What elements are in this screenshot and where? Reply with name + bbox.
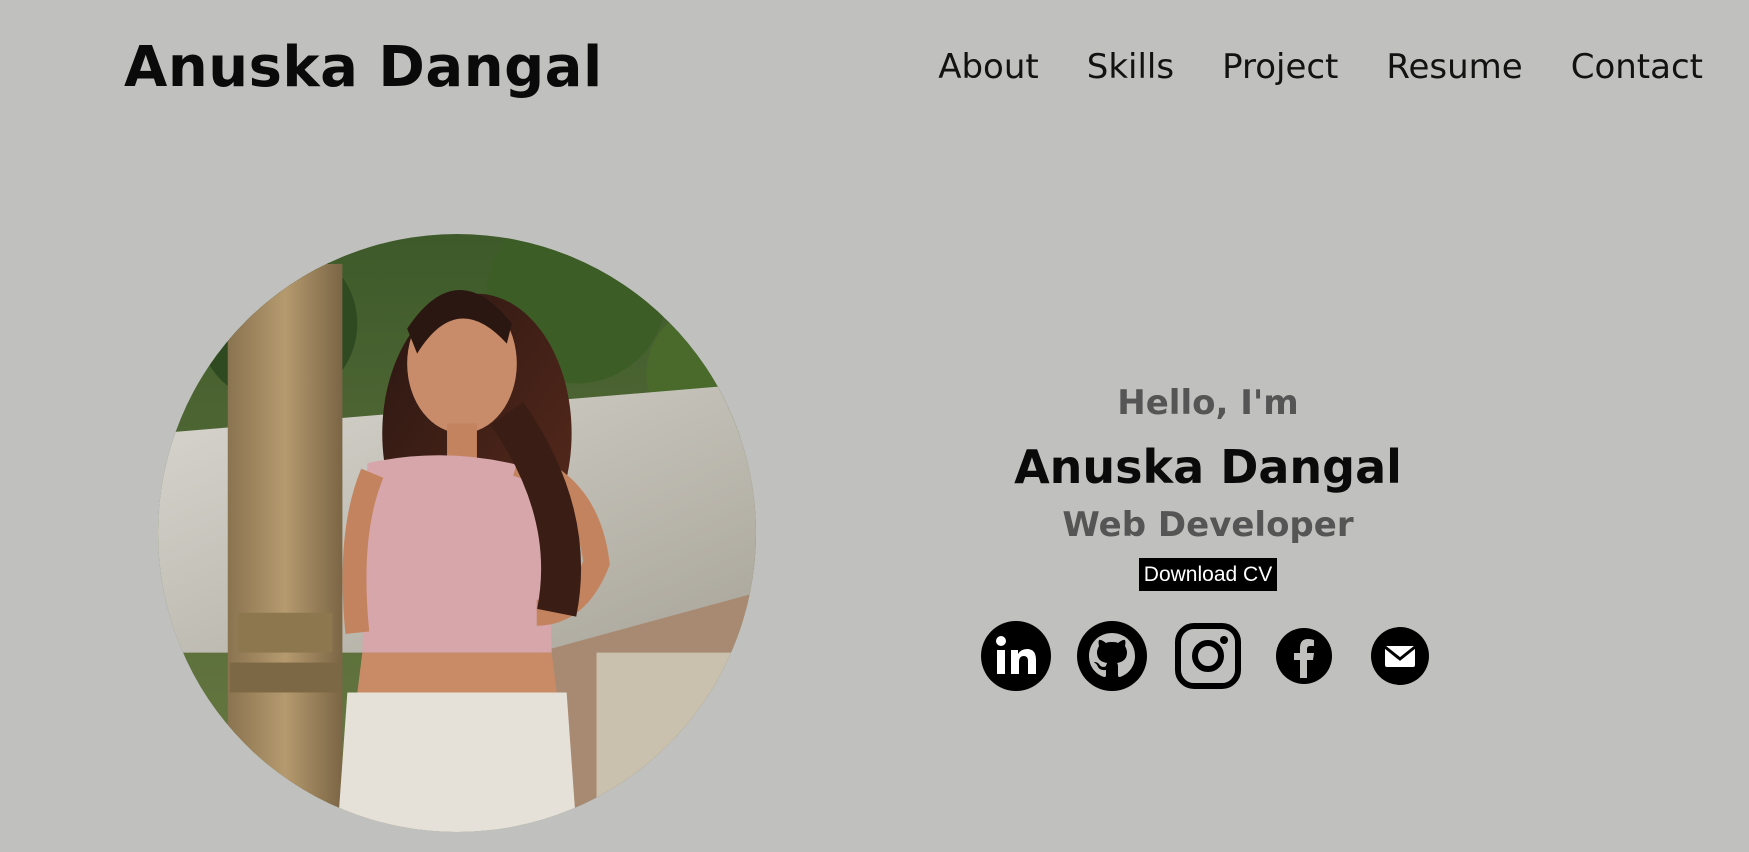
site-logo[interactable]: Anuska Dangal [124, 30, 603, 106]
nav-about[interactable]: About [938, 42, 1039, 92]
nav-skills[interactable]: Skills [1087, 42, 1174, 92]
profile-photo [158, 234, 756, 832]
nav-contact[interactable]: Contact [1571, 42, 1703, 92]
hero-name: Anuska Dangal [1014, 440, 1402, 494]
instagram-icon[interactable] [1172, 620, 1244, 692]
cv-wrapper: Download CV [1008, 558, 1408, 591]
page: Anuska Dangal About Skills Project Resum… [0, 0, 1749, 852]
role-title: Web Developer [1062, 505, 1354, 545]
email-icon[interactable] [1364, 620, 1436, 692]
greeting-text: Hello, I'm [1117, 383, 1299, 423]
linkedin-icon[interactable] [980, 620, 1052, 692]
facebook-icon[interactable] [1268, 620, 1340, 692]
github-icon[interactable] [1076, 620, 1148, 692]
main-nav: About Skills Project Resume Contact [938, 42, 1703, 92]
nav-resume[interactable]: Resume [1386, 42, 1522, 92]
nav-project[interactable]: Project [1222, 42, 1338, 92]
download-cv-button[interactable]: Download CV [1138, 558, 1278, 591]
social-links [980, 620, 1436, 692]
intro-section: Hello, I'm Anuska Dangal Web Developer D… [1008, 380, 1408, 591]
